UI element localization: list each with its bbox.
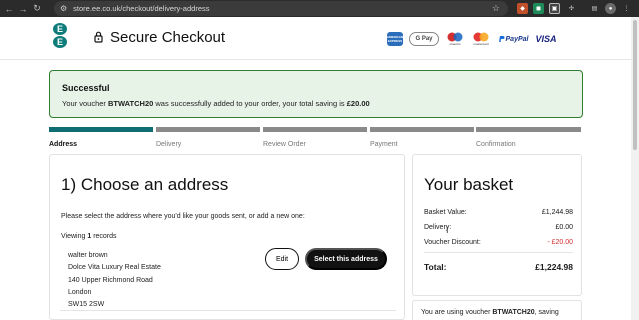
step-label: Payment	[370, 141, 398, 148]
address-bar[interactable]: ⚙ store.ee.co.uk/checkout/delivery-addre…	[54, 1, 508, 16]
divider	[424, 252, 573, 253]
sidepanel-icon[interactable]: ▤	[589, 3, 600, 14]
site-info-icon[interactable]: ⚙	[60, 4, 67, 13]
menu-icon[interactable]: ⋮	[621, 3, 632, 14]
mastercard-circles-icon	[473, 32, 489, 42]
basket-value-row: Basket Value: £1,244.98	[424, 209, 573, 216]
step-review-order: Review Order	[263, 127, 367, 157]
voucher-note: You are using voucher BTWATCH20, saving	[421, 309, 559, 316]
extension-icon[interactable]: ◆	[517, 3, 528, 14]
saving-amount: £20.00	[346, 99, 370, 108]
extension-icon[interactable]: ◼	[533, 3, 544, 14]
success-alert: Successful Your voucher BTWATCH20 was su…	[49, 70, 583, 118]
paypal-p-icon	[498, 36, 505, 42]
step-bar	[476, 127, 581, 132]
basket-heading: Your basket	[424, 175, 514, 194]
step-bar	[156, 127, 260, 132]
gpay-logo: G Pay	[409, 32, 439, 46]
edit-address-button[interactable]: Edit	[265, 248, 299, 270]
page-title: Secure Checkout	[110, 29, 226, 46]
visa-logo: VISA	[535, 34, 557, 44]
basket-card: Your basket Basket Value: £1,244.98 Deli…	[412, 154, 582, 296]
step-label: Review Order	[263, 141, 306, 148]
checkout-progress: Address Delivery Review Order Payment Co…	[49, 127, 581, 157]
maestro-logo: maestro	[445, 32, 465, 46]
address-company: Dolce Vita Luxury Real Estate	[68, 264, 161, 272]
address-city: London	[68, 288, 92, 296]
browser-toolbar: ← → ↻ ⚙ store.ee.co.uk/checkout/delivery…	[0, 0, 639, 17]
maestro-circles-icon	[447, 32, 463, 42]
alert-title: Successful	[62, 83, 110, 93]
total-value: £1,224.98	[535, 262, 573, 272]
mastercard-logo: mastercard	[471, 32, 491, 46]
amex-logo: AMERICAN EXPRESS	[387, 32, 403, 46]
step-label: Delivery	[156, 141, 182, 148]
puzzle-icon[interactable]: ✣	[566, 3, 577, 14]
saved-address: walter brown Dolce Vita Luxury Real Esta…	[68, 250, 161, 311]
site-header: E E Secure Checkout AMERICAN EXPRESS G P…	[0, 17, 631, 60]
ee-logo[interactable]: E E	[51, 23, 69, 49]
step-bar	[263, 127, 367, 132]
profile-icon[interactable]: ●	[605, 3, 616, 14]
voucher-discount-row: Voucher Discount: - £20.00	[424, 239, 573, 246]
address-card: 1) Choose an address Please select the a…	[49, 154, 405, 320]
checkout-page: E E Secure Checkout AMERICAN EXPRESS G P…	[0, 17, 631, 320]
address-name: walter brown	[68, 252, 108, 259]
total-row: Total: £1,224.98	[424, 262, 573, 272]
step-delivery: Delivery	[156, 127, 260, 157]
records-count: Viewing 1 records	[61, 233, 117, 240]
step-bar	[370, 127, 474, 132]
step-label: Confirmation	[476, 141, 516, 148]
select-address-button[interactable]: Select this address	[305, 248, 387, 270]
voucher-code: BTWATCH20	[108, 99, 154, 108]
step-address: Address	[49, 127, 153, 157]
discount-value: - £20.00	[547, 239, 573, 246]
text-cursor-icon: I	[446, 225, 449, 235]
divider	[60, 310, 396, 311]
address-instruction: Please select the address where you'd li…	[61, 213, 305, 220]
reload-icon[interactable]: ↻	[30, 0, 44, 17]
back-icon[interactable]: ←	[2, 0, 16, 17]
step-bar	[49, 127, 153, 132]
step-confirmation: Confirmation	[476, 127, 581, 157]
address-street: 140 Upper Richmond Road	[68, 276, 153, 284]
scrollbar-thumb[interactable]	[633, 20, 637, 150]
alert-message: Your voucher BTWATCH20 was successfully …	[62, 99, 370, 108]
step-label: Address	[49, 141, 78, 148]
forward-icon[interactable]: →	[16, 0, 30, 17]
voucher-info-card: You are using voucher BTWATCH20, saving	[412, 300, 582, 320]
step-payment: Payment	[370, 127, 474, 157]
url-text: store.ee.co.uk/checkout/delivery-address	[73, 4, 210, 13]
paypal-logo: PayPal	[497, 32, 529, 46]
extension-icon[interactable]: ▣	[549, 3, 560, 14]
address-heading: 1) Choose an address	[61, 175, 229, 194]
bookmark-star-icon[interactable]: ☆	[492, 3, 500, 14]
lock-icon	[94, 31, 103, 43]
